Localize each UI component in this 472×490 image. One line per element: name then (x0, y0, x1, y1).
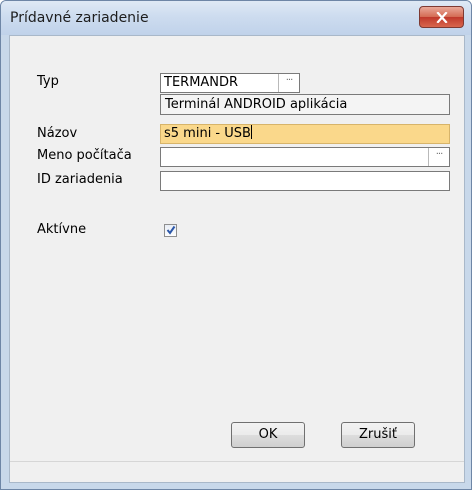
dialog-window: Prídavné zariadenie Typ TERMANDR ··· Ter… (0, 0, 472, 490)
aktivne-checkbox[interactable] (164, 224, 177, 237)
nazov-label: Názov (37, 126, 78, 141)
aktivne-label: Aktívne (37, 222, 87, 237)
id-zariadenia-label: ID zariadenia (37, 172, 123, 187)
window-title: Prídavné zariadenie (10, 10, 149, 26)
text-cursor (250, 125, 252, 139)
meno-pocitaca-lookup-button[interactable]: ··· (428, 148, 449, 166)
ellipsis-icon: ··· (435, 149, 443, 160)
typ-label: Typ (37, 74, 59, 89)
cancel-button[interactable]: Zrušiť (341, 422, 415, 448)
nazov-value: s5 mini - USB (164, 126, 251, 141)
ok-button[interactable]: OK (231, 422, 305, 448)
typ-value: TERMANDR (164, 75, 239, 90)
title-bar[interactable]: Prídavné zariadenie (1, 1, 471, 35)
ellipsis-icon: ··· (285, 75, 293, 86)
nazov-input[interactable]: s5 mini - USB (160, 124, 450, 144)
close-button[interactable] (419, 6, 464, 28)
typ-lookup-button[interactable]: ··· (278, 74, 299, 92)
status-bar (10, 461, 464, 482)
dialog-body: Typ TERMANDR ··· Terminál ANDROID apliká… (9, 35, 465, 483)
id-zariadenia-input[interactable] (160, 171, 450, 191)
typ-description: Terminál ANDROID aplikácia (160, 94, 450, 115)
meno-pocitaca-input[interactable]: ··· (160, 147, 450, 167)
close-icon (435, 11, 448, 23)
meno-pocitaca-label: Meno počítača (37, 148, 132, 163)
typ-field[interactable]: TERMANDR ··· (160, 73, 300, 93)
typ-description-text: Terminál ANDROID aplikácia (165, 97, 348, 112)
